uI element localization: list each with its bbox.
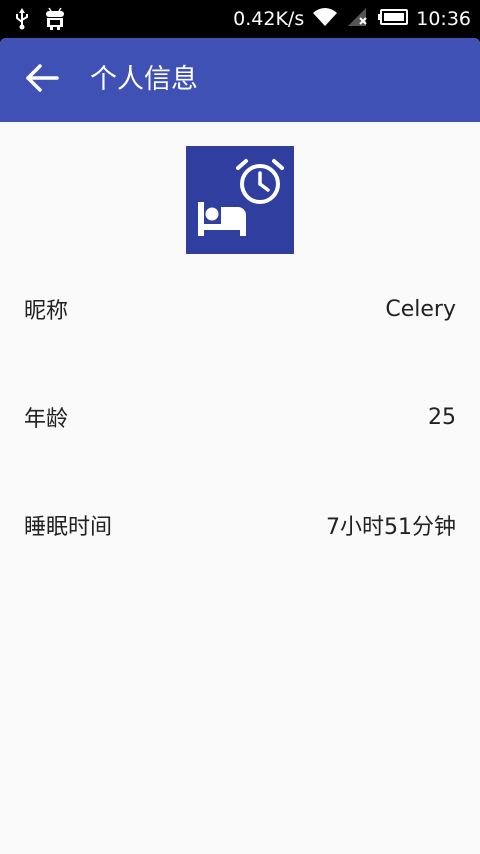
- sleep-time-label: 睡眠时间: [24, 515, 113, 540]
- sleep-time-value: 7小时51分钟: [326, 515, 456, 540]
- status-bar: 0.42K/s 10:36: [0, 0, 480, 38]
- clock: 10:36: [416, 8, 471, 30]
- sleep-time-row[interactable]: 睡眠时间 7小时51分钟: [24, 500, 456, 550]
- nickname-value: Celery: [385, 296, 456, 322]
- signal-no-sim-icon: [346, 6, 370, 33]
- nickname-row[interactable]: 昵称 Celery: [24, 284, 456, 334]
- battery-icon: [378, 8, 409, 30]
- avatar[interactable]: [186, 146, 294, 254]
- app-screen: 个人信息 昵称 Celery 年龄 25 睡眠时间 7小时51分钟: [0, 38, 480, 854]
- android-debug-icon: [44, 7, 66, 35]
- usb-icon: [14, 8, 30, 34]
- age-label: 年龄: [24, 407, 69, 432]
- back-button[interactable]: [20, 60, 64, 100]
- net-speed: 0.42K/s: [233, 8, 305, 30]
- toolbar: 个人信息: [0, 38, 480, 122]
- sleep-alarm-icon: [186, 159, 294, 258]
- age-value: 25: [428, 404, 456, 430]
- nickname-label: 昵称: [24, 299, 69, 324]
- wifi-icon: [312, 7, 338, 32]
- arrow-back-icon: [25, 63, 59, 97]
- page-title: 个人信息: [90, 64, 198, 95]
- age-row[interactable]: 年龄 25: [24, 392, 456, 442]
